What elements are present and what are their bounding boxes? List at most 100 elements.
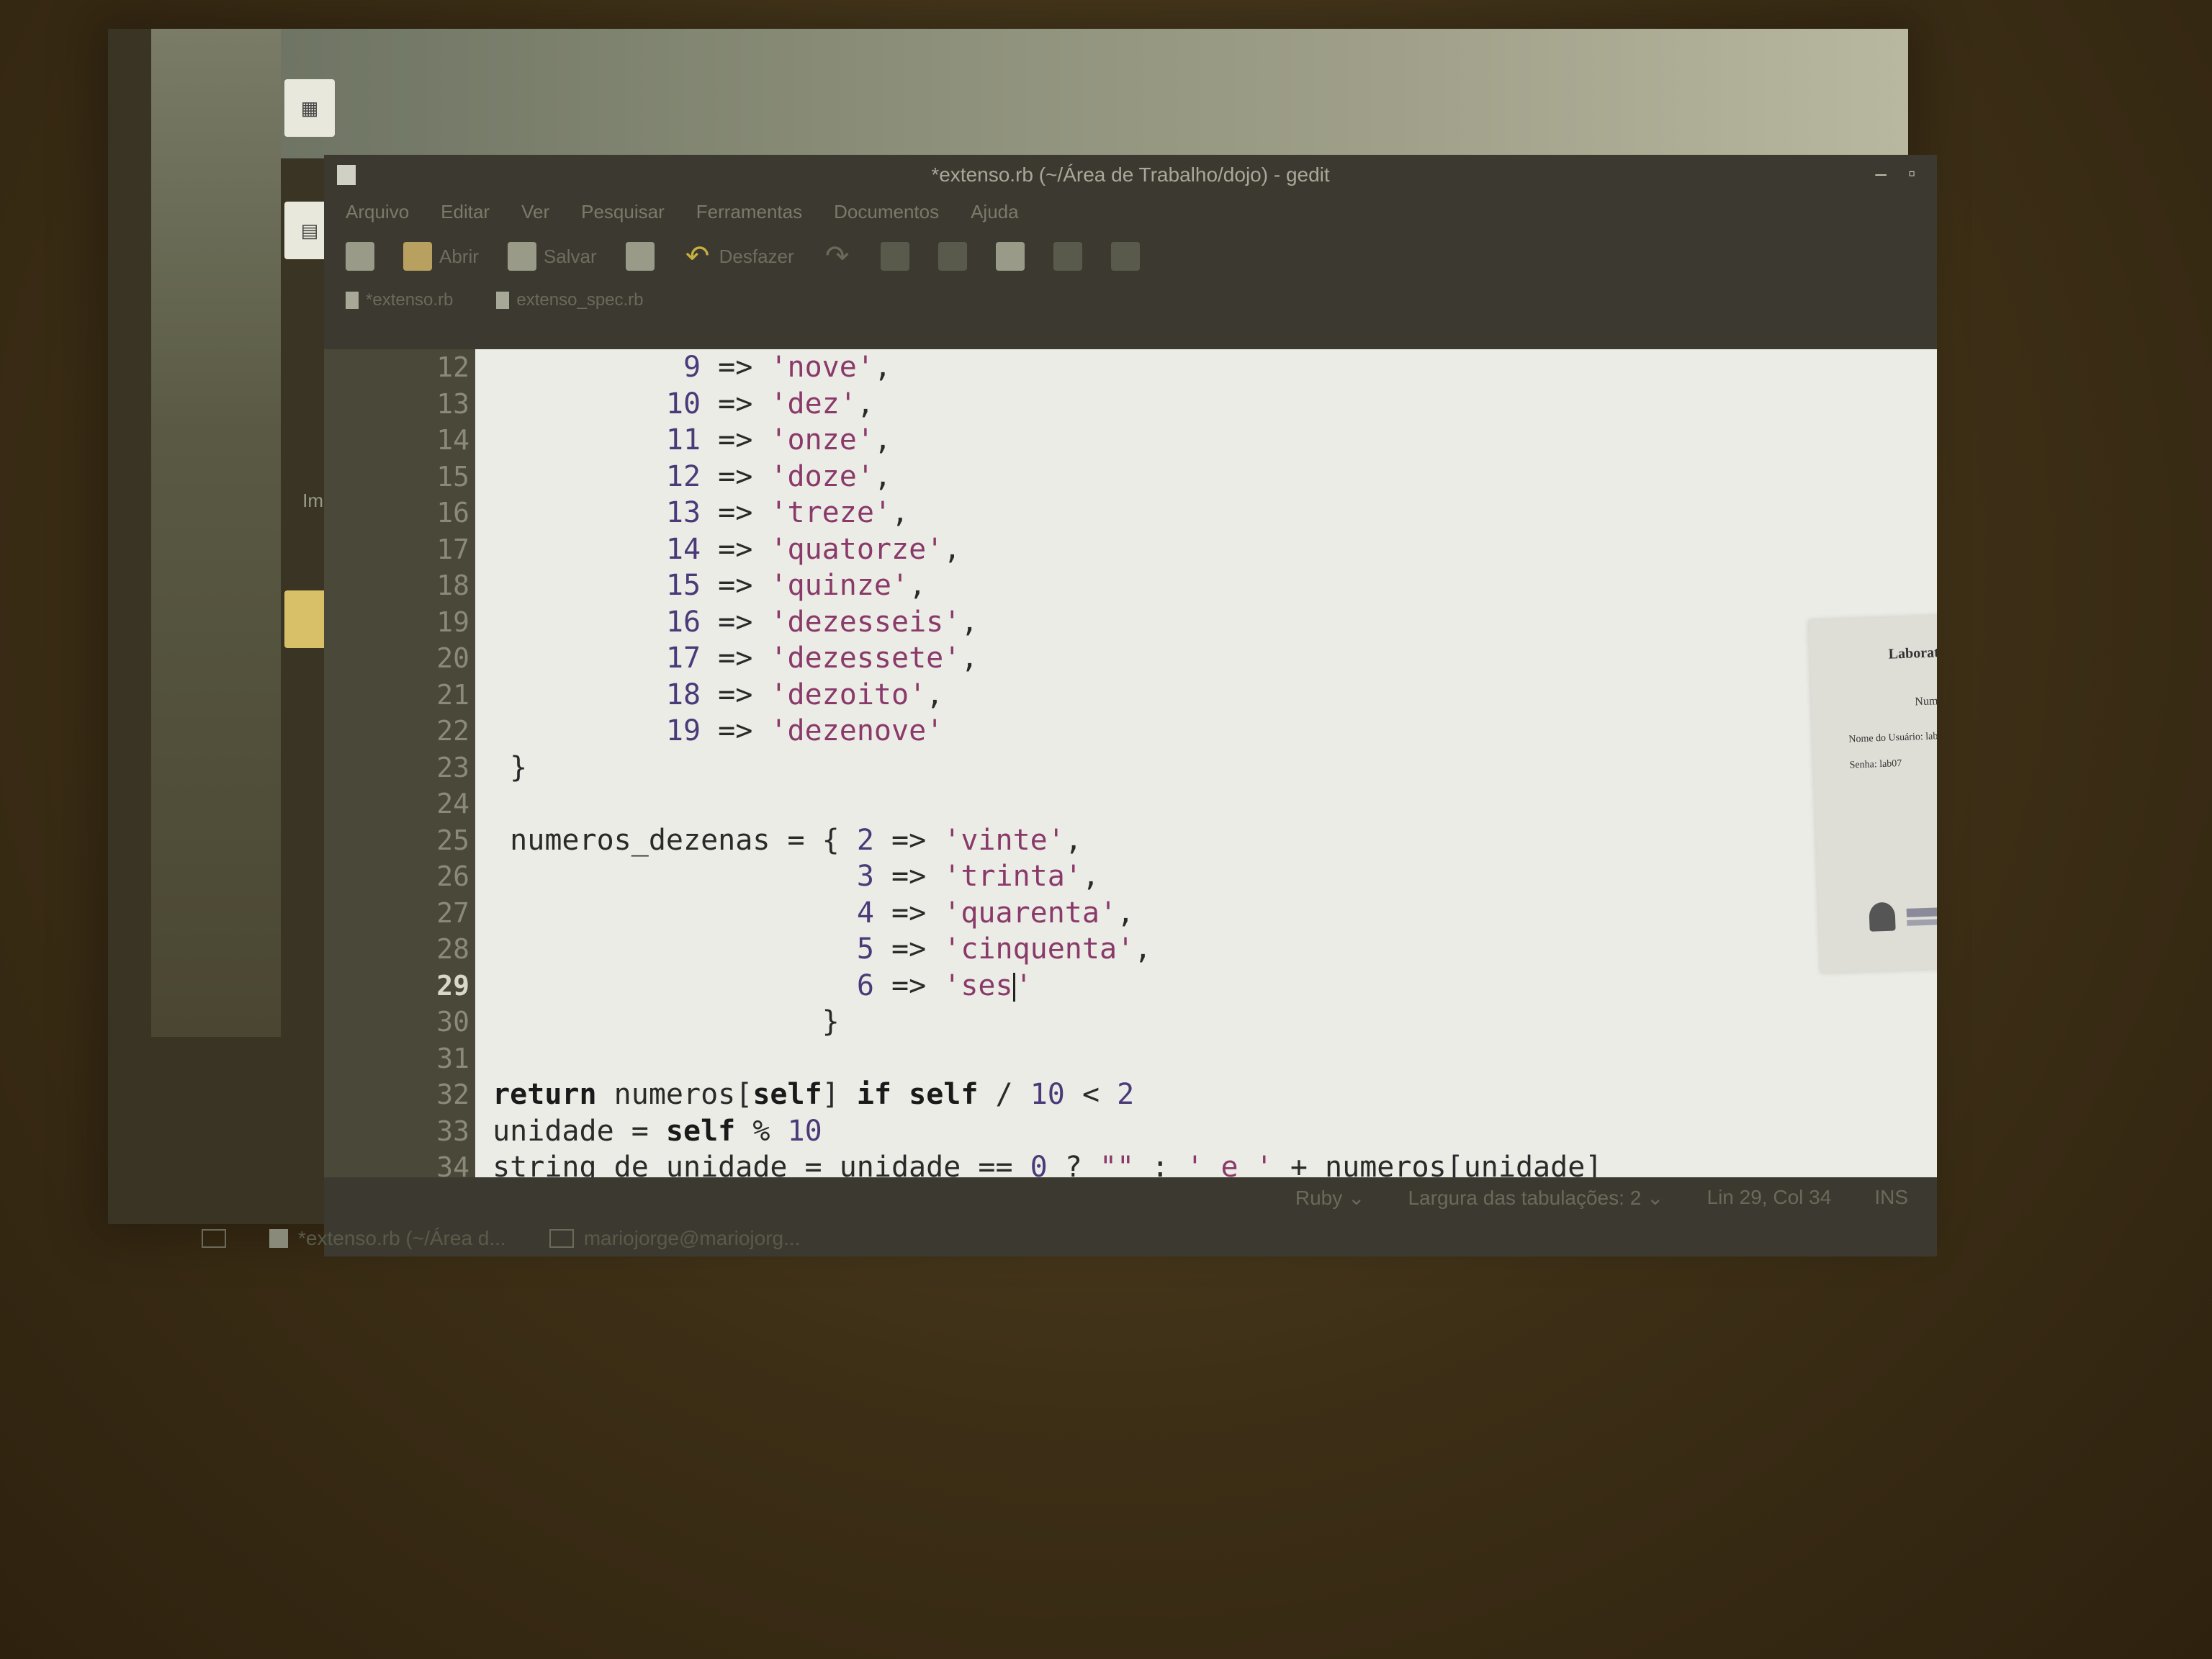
code-line: 15 => 'quinze', — [665, 569, 927, 602]
menu-ferramentas[interactable]: Ferramentas — [696, 201, 802, 223]
cut-button[interactable] — [880, 242, 909, 271]
code-line: 3 => 'trinta', — [856, 860, 1100, 893]
line-number: 13 — [436, 387, 469, 420]
institution-logo — [1869, 896, 1937, 932]
app-icon — [337, 165, 356, 185]
code-line: 9 => 'nove', — [683, 351, 891, 384]
document-icon — [346, 292, 359, 309]
taskbar-label: *extenso.rb (~/Área d... — [298, 1227, 506, 1249]
replace-button[interactable] — [1110, 242, 1140, 271]
show-desktop-button[interactable] — [202, 1229, 226, 1248]
taskbar-label: mariojorge@mariojorg... — [583, 1227, 801, 1249]
replace-icon — [1110, 242, 1140, 271]
code-line: 17 => 'dezessete', — [665, 642, 979, 675]
code-text-area[interactable]: 9 => 'nove', 10 => 'dez', 11 => 'onze', … — [475, 349, 1937, 1177]
tab-extenso[interactable]: *extenso.rb — [346, 290, 453, 310]
line-number: 33 — [436, 1115, 469, 1147]
tab-extenso-spec[interactable]: extenso_spec.rb — [496, 290, 644, 310]
close-button[interactable]: ▫ — [1908, 162, 1915, 185]
save-icon — [507, 242, 536, 271]
search-icon — [1053, 242, 1082, 271]
taskbar: *extenso.rb (~/Área d... mariojorge@mari… — [194, 1217, 1923, 1260]
line-number: 27 — [436, 896, 469, 929]
code-line: 11 => 'onze', — [665, 423, 891, 457]
taskbar-item-terminal[interactable]: mariojorge@mariojorg... — [549, 1227, 801, 1250]
menu-editar[interactable]: Editar — [441, 201, 490, 223]
line-number: 32 — [436, 1079, 469, 1110]
line-number: 17 — [436, 533, 469, 565]
gedit-window: *extenso.rb (~/Área de Trabalho/dojo) - … — [324, 155, 1937, 1256]
tab-label: *extenso.rb — [366, 290, 454, 310]
window-title: *extenso.rb (~/Área de Trabalho/dojo) - … — [931, 163, 1330, 186]
code-line: string_de_unidade = unidade == 0 ? "" : … — [475, 1151, 1603, 1177]
editor-area: 12 13 14 15 16 17 18 19 20 21 22 23 24 2… — [324, 349, 1937, 1183]
save-button[interactable]: Salvar — [507, 242, 597, 271]
line-number: 14 — [436, 424, 469, 456]
redo-icon: ↷ — [824, 240, 850, 272]
menu-arquivo[interactable]: Arquivo — [346, 201, 409, 223]
insert-mode: INS — [1874, 1186, 1908, 1208]
undo-label: Desfazer — [719, 245, 794, 267]
projected-screen: ▦ ▤ Imagens *extenso.rb (~/Área de Traba… — [108, 29, 1937, 1256]
terminal-icon — [549, 1229, 574, 1248]
thumb-line-2: Senha: lab07 — [1849, 758, 1902, 771]
statusbar: Ruby ⌄ Largura das tabulações: 2 ⌄ Lin 2… — [324, 1177, 1937, 1218]
menu-ajuda[interactable]: Ajuda — [971, 201, 1019, 223]
minimize-button[interactable]: – — [1875, 162, 1887, 185]
code-line: 5 => 'cinquenta', — [856, 932, 1152, 966]
code-line: 4 => 'quarenta', — [856, 896, 1135, 930]
code-line: 6 => 'ses' — [856, 968, 1033, 1002]
language-selector[interactable]: Ruby ⌄ — [1295, 1186, 1365, 1210]
paste-button[interactable] — [995, 242, 1025, 271]
print-icon — [625, 242, 655, 271]
thumb-title: Laboratório - 07 — [1888, 643, 1937, 662]
desktop-icon — [202, 1229, 226, 1248]
code-line: numeros_dezenas = { 2 => 'vinte', — [475, 823, 1082, 857]
open-button[interactable]: Abrir — [403, 242, 479, 271]
code-line: 16 => 'dezesseis', — [665, 605, 979, 639]
copy-button[interactable] — [938, 242, 967, 271]
cut-icon — [880, 242, 909, 271]
code-line: return numeros[self] if self / 10 < 2 — [493, 1078, 1135, 1111]
line-number: 22 — [436, 715, 469, 747]
menu-ver[interactable]: Ver — [521, 201, 549, 223]
line-number: 18 — [436, 570, 469, 601]
code-line: 19 => 'dezenove' — [665, 714, 944, 747]
line-number: 23 — [436, 751, 469, 783]
menu-pesquisar[interactable]: Pesquisar — [581, 201, 665, 223]
tab-label: extenso_spec.rb — [516, 290, 644, 310]
line-number: 12 — [436, 351, 469, 383]
line-number: 25 — [436, 824, 469, 856]
new-document-icon — [346, 242, 374, 271]
copy-icon — [938, 242, 967, 271]
code-line: 18 => 'dezoito', — [665, 678, 944, 711]
code-line: unidade = self % 10 — [475, 1114, 822, 1148]
menubar: Arquivo Editar Ver Pesquisar Ferramentas… — [324, 195, 1937, 228]
save-label: Salvar — [543, 245, 597, 267]
code-line: 10 => 'dez', — [665, 387, 874, 421]
line-number-current: 29 — [436, 969, 469, 1002]
code-line: } — [475, 1005, 840, 1038]
titlebar: *extenso.rb (~/Área de Trabalho/dojo) - … — [324, 155, 1937, 195]
taskbar-item-gedit[interactable]: *extenso.rb (~/Área d... — [269, 1227, 506, 1250]
undo-button[interactable]: ↶ Desfazer — [683, 242, 794, 271]
code-line: 14 => 'quatorze', — [665, 532, 961, 566]
calendar-icon[interactable]: ▦ — [284, 79, 335, 137]
thumb-line-1: Nome do Usuário: lab_07 — [1848, 730, 1937, 745]
menu-documentos[interactable]: Documentos — [834, 201, 939, 223]
line-number: 19 — [436, 606, 469, 638]
line-number: 30 — [436, 1006, 469, 1038]
undo-icon: ↶ — [685, 240, 710, 272]
line-number: 20 — [436, 642, 469, 674]
new-button[interactable] — [346, 242, 374, 271]
print-button[interactable] — [625, 242, 655, 271]
redo-button[interactable]: ↷ — [823, 242, 852, 271]
tab-width-selector[interactable]: Largura das tabulações: 2 ⌄ — [1408, 1186, 1663, 1210]
document-thumbnail-overlay: Laboratório - 07 Numero 32 Nome do Usuár… — [1808, 611, 1937, 974]
line-number: 24 — [436, 788, 469, 819]
search-button[interactable] — [1053, 242, 1082, 271]
line-number: 26 — [436, 860, 469, 892]
line-number: 31 — [436, 1042, 469, 1074]
